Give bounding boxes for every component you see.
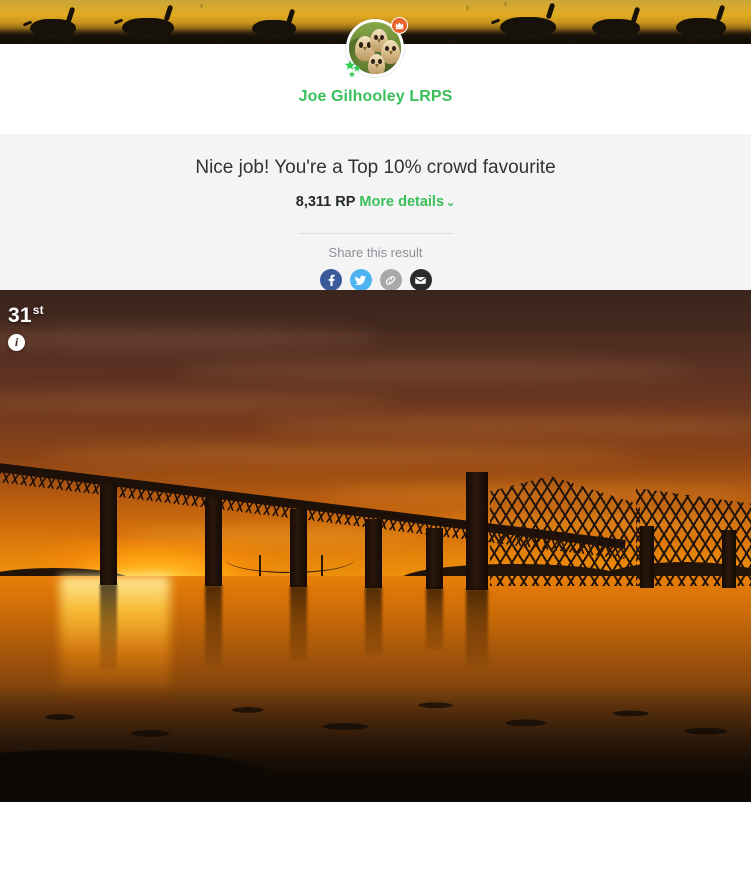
info-icon[interactable]: i — [8, 334, 25, 351]
pier-reflection — [426, 588, 443, 650]
link-icon — [385, 275, 396, 285]
bridge-pier — [205, 498, 222, 586]
profile-card: Joe Gilhooley LRPS — [0, 17, 751, 134]
bridge-pier — [466, 472, 488, 590]
share-link-button[interactable] — [379, 269, 402, 291]
bridge-pier — [365, 519, 382, 588]
cloud — [260, 416, 751, 436]
avatar[interactable] — [343, 17, 408, 78]
share-buttons — [0, 269, 751, 291]
envelope-icon — [415, 276, 426, 284]
bridge-pier — [290, 509, 307, 587]
bridge-pier — [100, 485, 117, 585]
twitter-icon — [354, 275, 367, 285]
green-stars-icon — [343, 58, 365, 78]
pier-reflection — [205, 585, 222, 665]
photo-mudflat — [0, 684, 751, 802]
bridge-pier — [640, 526, 654, 588]
rank-number: 31 — [8, 304, 32, 327]
owl-shape — [368, 54, 385, 74]
facebook-icon — [328, 274, 335, 286]
cover-bird-silhouette — [196, 4, 207, 8]
crown-icon — [391, 17, 408, 34]
chevron-down-icon: ⌄ — [446, 197, 456, 209]
pier-reflection — [466, 589, 488, 665]
rank-badge: 31st — [8, 300, 44, 326]
bridge-pier — [426, 528, 443, 589]
rank-suffix: st — [32, 303, 44, 317]
share-email-button[interactable] — [409, 269, 432, 291]
share-label: Share this result — [328, 245, 423, 260]
pier-reflection — [290, 586, 307, 660]
pier-reflection — [100, 584, 117, 670]
photo-entry-image[interactable]: 31st i CROWD ★ ★ — [0, 290, 751, 802]
rp-value: 8,311 RP — [295, 194, 356, 210]
cover-bird-silhouette — [462, 6, 473, 10]
share-twitter-button[interactable] — [349, 269, 372, 291]
result-page: Joe Gilhooley LRPS Nice job! You're a To… — [0, 0, 751, 878]
bridge-pier — [722, 530, 736, 588]
cloud — [40, 446, 640, 464]
cloud — [180, 360, 700, 382]
result-points-row: 8,311 RP More details ⌄ — [0, 193, 751, 212]
pier-reflection — [365, 587, 382, 655]
more-details-label: More details — [359, 194, 445, 210]
cover-bird-silhouette — [500, 2, 511, 6]
more-details-link[interactable]: More details ⌄ — [359, 194, 455, 210]
profile-name[interactable]: Joe Gilhooley LRPS — [0, 88, 751, 106]
result-section: Nice job! You're a Top 10% crowd favouri… — [0, 134, 751, 291]
share-divider — [297, 233, 454, 234]
share-facebook-button[interactable] — [319, 269, 342, 291]
result-headline: Nice job! You're a Top 10% crowd favouri… — [195, 157, 556, 178]
